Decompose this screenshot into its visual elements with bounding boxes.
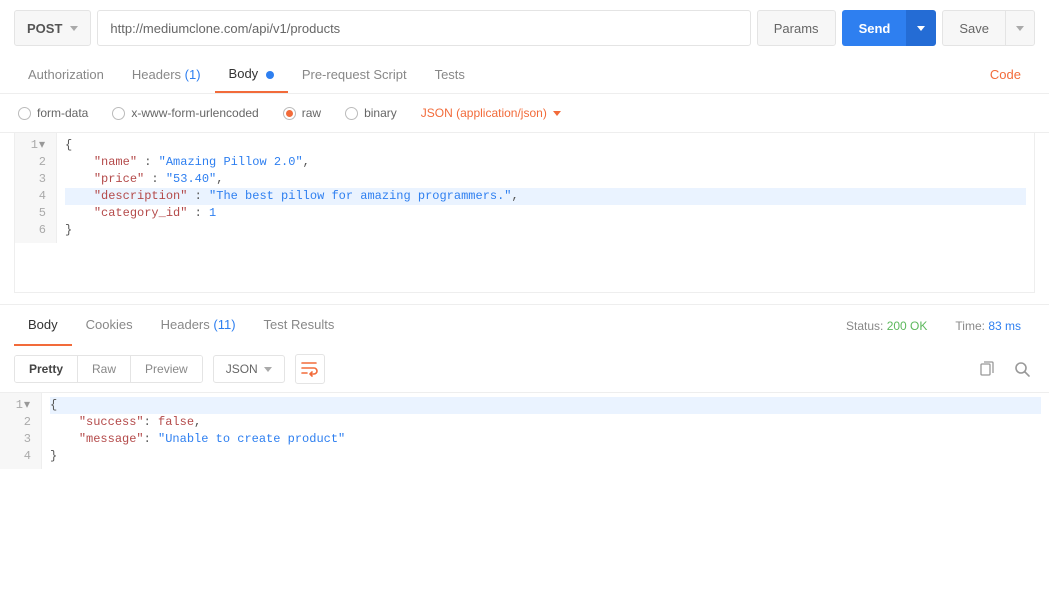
- radio-checked-icon: [283, 107, 296, 120]
- view-mode-segment: Pretty Raw Preview: [14, 355, 203, 383]
- time-value: 83 ms: [988, 319, 1021, 333]
- radio-icon: [345, 107, 358, 120]
- time-info: Time: 83 ms: [941, 307, 1035, 345]
- view-pretty[interactable]: Pretty: [15, 356, 77, 382]
- response-body-editor[interactable]: 1▾ 2 3 4 { "success": false, "message": …: [0, 393, 1049, 593]
- wrap-lines-button[interactable]: [295, 354, 325, 384]
- resp-tab-cookies[interactable]: Cookies: [72, 305, 147, 346]
- resp-tab-body[interactable]: Body: [14, 305, 72, 346]
- response-header: Body Cookies Headers (11) Test Results S…: [0, 305, 1049, 346]
- radio-form-data[interactable]: form-data: [18, 106, 88, 120]
- resp-tab-test-results[interactable]: Test Results: [250, 305, 349, 346]
- http-method-select[interactable]: POST: [14, 10, 91, 46]
- radio-binary[interactable]: binary: [345, 106, 397, 120]
- send-label: Send: [859, 21, 891, 36]
- save-label: Save: [959, 21, 989, 36]
- params-button[interactable]: Params: [757, 10, 836, 46]
- tab-tests[interactable]: Tests: [421, 57, 479, 92]
- body-type-row: form-data x-www-form-urlencoded raw bina…: [0, 94, 1049, 133]
- request-body-editor[interactable]: 1▾ 2 3 4 5 6 { "name" : "Amazing Pillow …: [14, 133, 1035, 293]
- wrap-icon: [301, 361, 319, 377]
- view-preview[interactable]: Preview: [130, 356, 202, 382]
- radio-icon: [18, 107, 31, 120]
- chevron-down-icon: [264, 367, 272, 372]
- status-value: 200 OK: [887, 319, 928, 333]
- params-label: Params: [774, 21, 819, 36]
- chevron-down-icon: [917, 26, 925, 31]
- chevron-down-icon: [553, 111, 561, 116]
- save-button-group: Save: [942, 10, 1035, 46]
- search-button[interactable]: [1009, 356, 1035, 382]
- copy-icon: [978, 361, 994, 377]
- send-dropdown[interactable]: [906, 10, 936, 46]
- save-button[interactable]: Save: [942, 10, 1005, 46]
- code-area[interactable]: { "name" : "Amazing Pillow 2.0", "price"…: [57, 133, 1034, 243]
- tab-body[interactable]: Body: [215, 56, 288, 93]
- search-icon: [1014, 361, 1031, 378]
- headers-count: (11): [213, 317, 235, 332]
- send-button[interactable]: Send: [842, 10, 907, 46]
- tab-headers[interactable]: Headers (1): [118, 57, 215, 92]
- code-link[interactable]: Code: [976, 57, 1035, 92]
- line-gutter: 1▾ 2 3 4 5 6: [15, 133, 57, 243]
- resp-tab-headers[interactable]: Headers (11): [147, 305, 250, 346]
- url-input[interactable]: [97, 10, 750, 46]
- unsaved-dot-icon: [266, 71, 274, 79]
- content-type-select[interactable]: JSON (application/json): [421, 106, 561, 120]
- headers-count: (1): [185, 67, 201, 82]
- response-tabs: Body Cookies Headers (11) Test Results: [14, 305, 348, 346]
- save-dropdown[interactable]: [1005, 10, 1035, 46]
- chevron-down-icon: [1016, 26, 1024, 31]
- request-tabs: Authorization Headers (1) Body Pre-reque…: [0, 56, 1049, 94]
- radio-raw[interactable]: raw: [283, 106, 321, 120]
- status-info: Status: 200 OK: [832, 307, 941, 345]
- radio-urlencoded[interactable]: x-www-form-urlencoded: [112, 106, 258, 120]
- response-toolbar: Pretty Raw Preview JSON: [0, 346, 1049, 393]
- radio-icon: [112, 107, 125, 120]
- line-gutter: 1▾ 2 3 4: [0, 393, 42, 469]
- view-raw[interactable]: Raw: [77, 356, 130, 382]
- code-area[interactable]: { "success": false, "message": "Unable t…: [42, 393, 1049, 469]
- copy-button[interactable]: [973, 356, 999, 382]
- response-format-select[interactable]: JSON: [213, 355, 285, 383]
- request-toolbar: POST Params Send Save: [0, 0, 1049, 56]
- chevron-down-icon: [70, 26, 78, 31]
- send-button-group: Send: [842, 10, 937, 46]
- tab-pre-request-script[interactable]: Pre-request Script: [288, 57, 421, 92]
- tab-authorization[interactable]: Authorization: [14, 57, 118, 92]
- http-method-label: POST: [27, 21, 62, 36]
